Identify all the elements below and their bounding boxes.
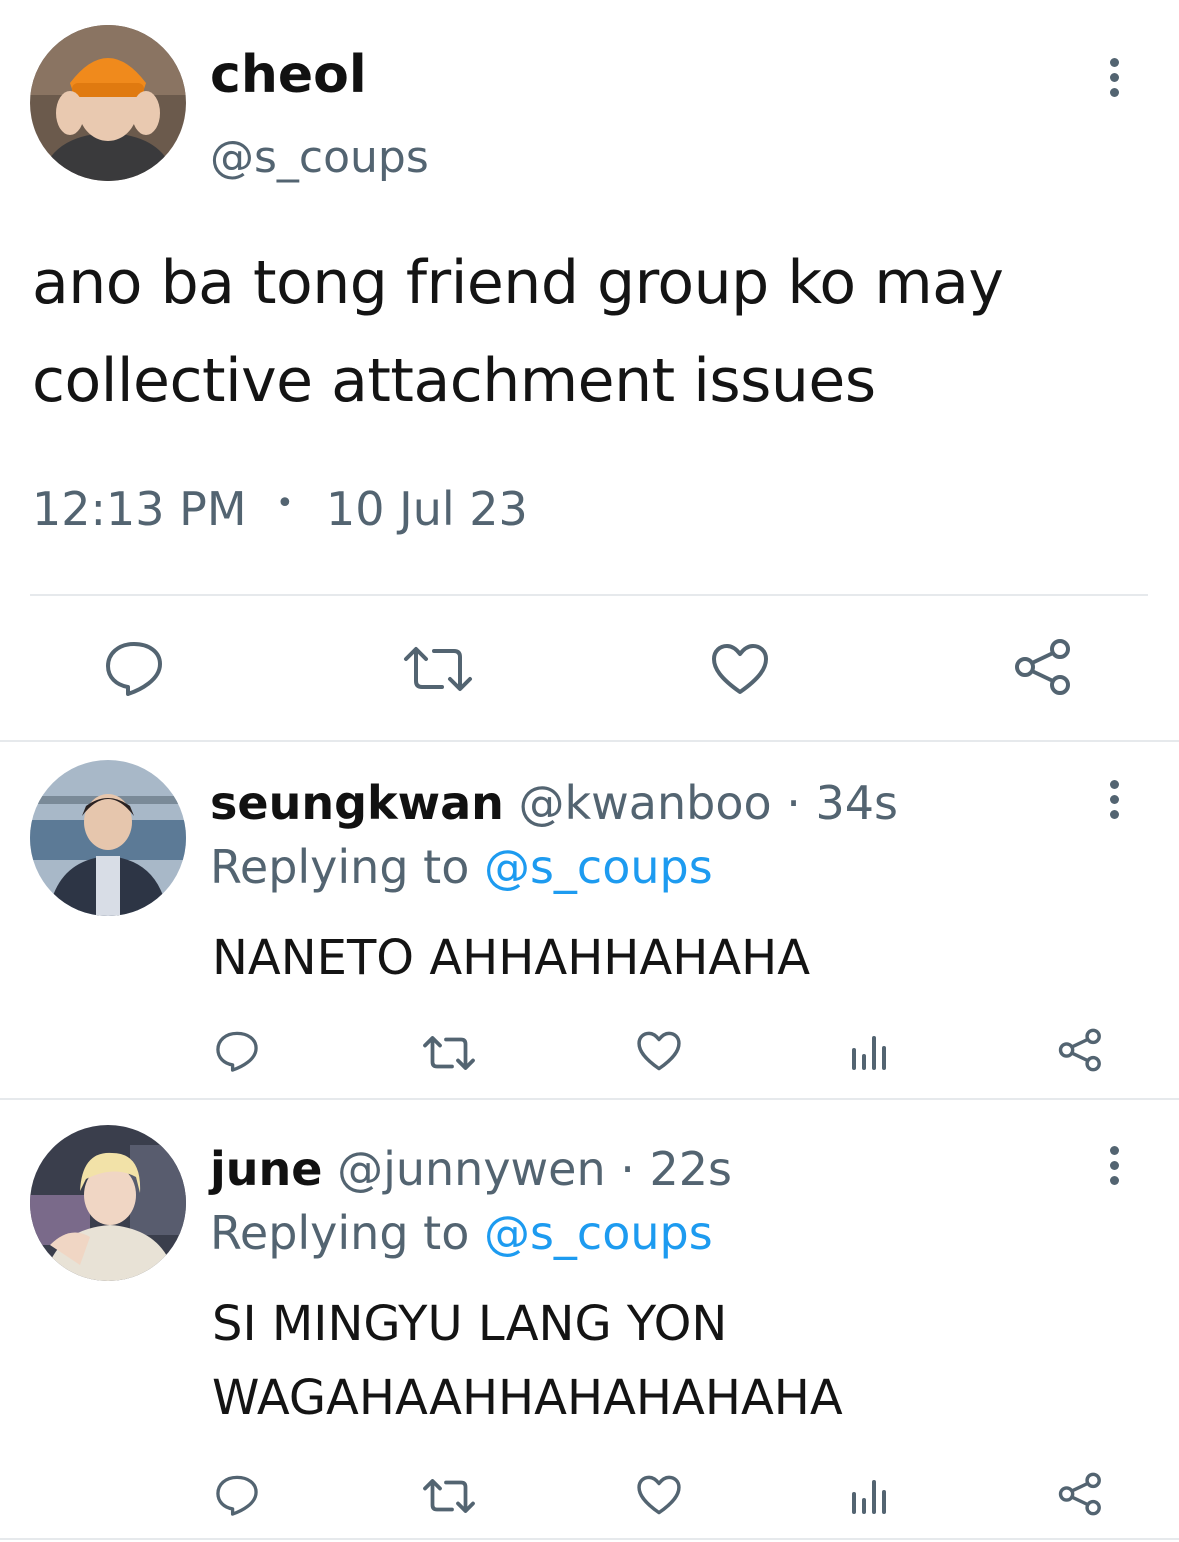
reply-icon[interactable]	[215, 1030, 259, 1072]
replying-to-handle[interactable]: @s_coups	[484, 840, 713, 894]
reply-header: seungkwan @kwanboo · 34s	[210, 776, 898, 830]
reply-text-line-1: SI MINGYU LANG YON	[212, 1296, 728, 1352]
avatar[interactable]	[30, 25, 186, 181]
meta-separator: •	[276, 486, 294, 521]
reply-age: · 34s	[786, 776, 898, 830]
like-icon[interactable]	[710, 642, 770, 696]
retweet-icon[interactable]	[402, 645, 474, 693]
views-icon[interactable]	[850, 1032, 890, 1072]
divider	[30, 594, 1148, 596]
replying-to-label: Replying to	[210, 1206, 470, 1260]
divider	[0, 740, 1179, 742]
reply-text-line-2: WAGAHAAHHAHAHAHAHA	[212, 1370, 843, 1426]
reply-text-line-1: NANETO AHHAHHAHAHA	[212, 930, 811, 986]
tweet-text-line-2: collective attachment issues	[32, 346, 876, 416]
retweet-icon[interactable]	[422, 1478, 476, 1514]
avatar[interactable]	[30, 760, 186, 916]
tweet-text-line-1: ano ba tong friend group ko may	[32, 248, 1004, 318]
more-options-icon[interactable]	[1104, 1146, 1124, 1185]
replying-to: Replying to @s_coups	[210, 840, 713, 894]
display-name[interactable]: seungkwan	[210, 776, 504, 830]
reply-icon[interactable]	[104, 640, 164, 696]
retweet-icon[interactable]	[422, 1035, 476, 1071]
tweet-date[interactable]: 10 Jul 23	[326, 482, 528, 536]
share-icon[interactable]	[1014, 638, 1074, 696]
replying-to: Replying to @s_coups	[210, 1206, 713, 1260]
divider	[0, 1098, 1179, 1100]
more-options-icon[interactable]	[1104, 780, 1124, 819]
tweet-time: 12:13 PM	[32, 482, 247, 536]
avatar[interactable]	[30, 1125, 186, 1281]
share-icon[interactable]	[1058, 1028, 1104, 1072]
user-handle[interactable]: @junnywen	[337, 1142, 606, 1196]
reply-age: · 22s	[620, 1142, 733, 1196]
share-icon[interactable]	[1058, 1472, 1104, 1516]
like-icon[interactable]	[636, 1474, 682, 1516]
replying-to-label: Replying to	[210, 840, 470, 894]
display-name[interactable]: cheol	[210, 45, 367, 105]
reply-header: june @junnywen · 22s	[210, 1142, 732, 1196]
divider	[0, 1538, 1179, 1540]
more-options-icon[interactable]	[1104, 58, 1124, 97]
views-icon[interactable]	[850, 1476, 890, 1516]
user-handle[interactable]: @s_coups	[210, 132, 429, 183]
display-name[interactable]: june	[210, 1142, 322, 1196]
like-icon[interactable]	[636, 1030, 682, 1072]
replying-to-handle[interactable]: @s_coups	[484, 1206, 713, 1260]
user-handle[interactable]: @kwanboo	[519, 776, 772, 830]
reply-icon[interactable]	[215, 1474, 259, 1516]
